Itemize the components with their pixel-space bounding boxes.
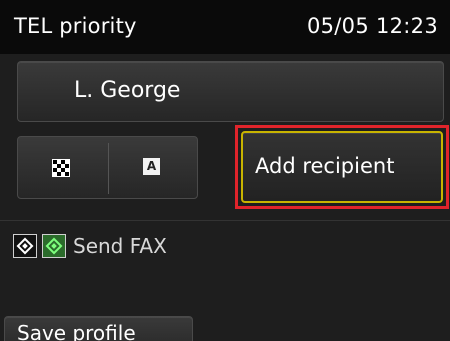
recipient-button[interactable]: L. George: [17, 61, 444, 122]
fax-screen: TEL priority 05/05 12:23 L. George A Add…: [0, 0, 450, 341]
add-recipient-button[interactable]: Add recipient: [241, 131, 443, 203]
mode-title: TEL priority: [14, 14, 137, 38]
date-time: 05/05 12:23: [306, 14, 438, 38]
send-fax-label: Send FAX: [73, 234, 167, 258]
add-recipient-label: Add recipient: [255, 154, 395, 178]
color-start-key-icon: [42, 234, 66, 258]
recipient-name: L. George: [74, 78, 181, 103]
density-mode-button[interactable]: A: [109, 137, 199, 198]
status-bar: TEL priority 05/05 12:23: [0, 0, 450, 54]
resolution-mode-button[interactable]: [18, 137, 108, 198]
checker-icon: [52, 159, 70, 177]
black-start-key-icon: [13, 234, 37, 258]
letter-a-icon: A: [143, 158, 160, 175]
save-profile-button[interactable]: Save profile: [4, 316, 193, 341]
save-profile-label: Save profile: [17, 321, 136, 341]
divider: [0, 220, 450, 221]
scan-mode-group: A: [17, 136, 198, 199]
